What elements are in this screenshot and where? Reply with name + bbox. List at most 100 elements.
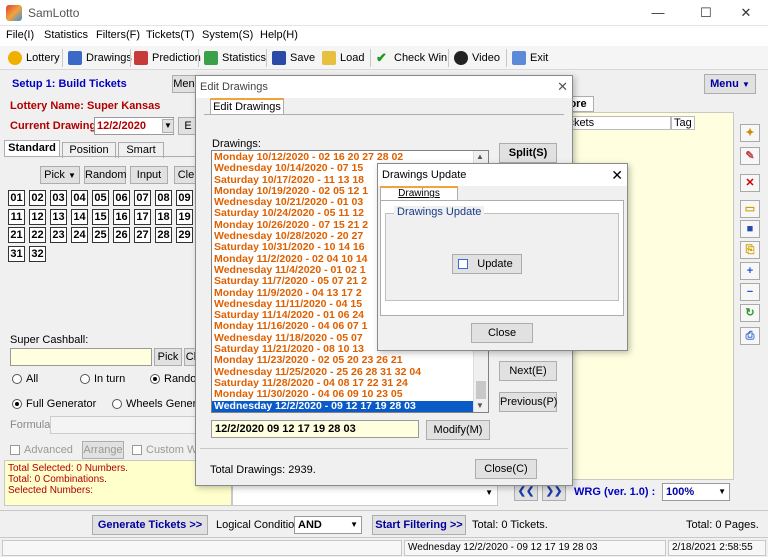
menu-statistics[interactable]: Statistics — [44, 29, 88, 41]
number-cell[interactable]: 09 — [176, 190, 193, 206]
toolbar-statistics-button[interactable]: Statistics — [204, 49, 266, 67]
random-button[interactable]: Random — [84, 166, 127, 184]
export-icon[interactable]: ⎘ — [740, 241, 760, 259]
menu-tickets[interactable]: Tickets(T) — [146, 29, 194, 41]
number-cell[interactable]: 02 — [29, 190, 46, 206]
number-cell[interactable]: 24 — [71, 227, 88, 243]
number-cell[interactable]: 19 — [176, 208, 193, 225]
app-logo-icon — [6, 5, 22, 21]
number-cell[interactable]: 23 — [50, 227, 67, 243]
generate-tickets-button[interactable]: Generate Tickets >> — [92, 515, 208, 535]
chevron-down-icon[interactable]: ▼ — [162, 119, 174, 133]
menu-filters[interactable]: Filters(F) — [96, 29, 140, 41]
close-icon[interactable]: ✕ — [611, 164, 623, 186]
number-cell[interactable]: 27 — [134, 227, 151, 243]
number-cell[interactable]: 17 — [134, 208, 151, 225]
lightbulb-icon[interactable]: ✦ — [740, 124, 760, 142]
number-cell[interactable]: 13 — [50, 208, 67, 225]
radio-in-turn[interactable] — [80, 374, 90, 384]
input-button[interactable]: Input — [130, 166, 168, 184]
number-cell[interactable]: 15 — [92, 208, 109, 225]
col-tag-header[interactable]: Tag — [671, 116, 695, 130]
number-cell[interactable]: 05 — [92, 190, 109, 206]
refresh-icon[interactable]: ↻ — [740, 304, 760, 322]
number-cell[interactable]: 01 — [8, 190, 25, 206]
close-window-button[interactable]: ✕ — [724, 0, 768, 26]
formula-select[interactable] — [50, 416, 198, 434]
tab-standard[interactable]: Standard — [4, 140, 60, 156]
previous-button[interactable]: Previous(P) — [499, 392, 557, 412]
drawing-list-item[interactable]: Monday 11/30/2020 - 04 06 09 10 23 05 — [212, 388, 474, 400]
drawing-list-item[interactable]: Monday 11/23/2020 - 02 05 20 23 26 21 — [212, 355, 474, 367]
number-cell[interactable]: 31 — [8, 245, 25, 262]
update-close-button[interactable]: Close — [471, 323, 533, 343]
number-cell[interactable]: 14 — [71, 208, 88, 225]
toolbar-load-button[interactable]: Load — [322, 49, 364, 67]
number-cell[interactable]: 11 — [8, 208, 25, 225]
scroll-down-icon[interactable]: ▼ — [476, 401, 484, 410]
radio-full-generator[interactable] — [12, 399, 22, 409]
save-icon[interactable]: ■ — [740, 220, 760, 238]
toolbar-video-button[interactable]: Video — [454, 49, 500, 67]
col-tickets-header[interactable]: ickets — [563, 116, 671, 130]
toolbar-drawings-button[interactable]: Drawings — [68, 49, 132, 67]
right-menu-button[interactable]: Menu ▼ — [704, 74, 756, 94]
advanced-checkbox[interactable] — [10, 445, 20, 455]
zoom-select[interactable]: 100% ▼ — [662, 483, 730, 501]
cashball-input[interactable] — [10, 348, 152, 366]
number-cell[interactable]: 21 — [8, 227, 25, 243]
number-cell[interactable]: 22 — [29, 227, 46, 243]
update-button[interactable]: Update — [452, 254, 522, 274]
radio-wheels-generator[interactable] — [112, 399, 122, 409]
minimize-button[interactable]: — — [636, 0, 680, 26]
scroll-up-icon[interactable]: ▲ — [476, 152, 484, 161]
number-cell[interactable]: 26 — [113, 227, 130, 243]
menu-system[interactable]: System(S) — [202, 29, 253, 41]
number-cell[interactable]: 28 — [155, 227, 172, 243]
close-icon[interactable]: ✕ — [557, 76, 568, 98]
number-cell[interactable]: 08 — [155, 190, 172, 206]
toolbar-checkwin-button[interactable]: ✔ Check Win — [376, 49, 447, 67]
number-cell[interactable]: 32 — [29, 245, 46, 262]
next-button[interactable]: Next(E) — [499, 361, 557, 381]
number-cell[interactable]: 29 — [176, 227, 193, 243]
pick-button[interactable]: Pick ▼ — [40, 166, 80, 184]
maximize-button[interactable]: ☐ — [684, 0, 728, 26]
scroll-thumb[interactable] — [476, 381, 486, 399]
split-button[interactable]: Split(S) — [499, 143, 557, 163]
number-cell[interactable]: 07 — [134, 190, 151, 206]
arrange-button[interactable]: Arrange — [82, 441, 124, 459]
toolbar-exit-button[interactable]: Exit — [512, 49, 548, 67]
toolbar-lottery-button[interactable]: Lottery — [8, 49, 60, 67]
chevron-down-icon[interactable]: ▼ — [485, 488, 493, 497]
number-cell[interactable]: 25 — [92, 227, 109, 243]
start-filtering-button[interactable]: Start Filtering >> — [372, 515, 466, 535]
number-cell[interactable]: 03 — [50, 190, 67, 206]
logical-condition-select[interactable]: AND ▼ — [294, 516, 362, 534]
drawing-list-item[interactable]: Wednesday 12/2/2020 - 09 12 17 19 28 03 — [212, 400, 474, 412]
cashball-pick-button[interactable]: Pick — [154, 348, 182, 366]
drawing-edit-input[interactable]: 12/2/2020 09 12 17 19 28 03 — [211, 420, 419, 438]
number-cell[interactable]: 04 — [71, 190, 88, 206]
custom-wheels-checkbox[interactable] — [132, 445, 142, 455]
remove-icon[interactable]: − — [740, 283, 760, 301]
tab-edit-drawings[interactable]: Edit Drawings — [210, 98, 284, 114]
menu-file[interactable]: File(I) — [6, 29, 34, 41]
add-icon[interactable]: + — [740, 262, 760, 280]
folder-icon[interactable]: ▭ — [740, 200, 760, 218]
edit-close-button[interactable]: Close(C) — [475, 459, 537, 479]
toolbar-save-button[interactable]: Save — [272, 49, 315, 67]
radio-random[interactable] — [150, 374, 160, 384]
radio-all[interactable] — [12, 374, 22, 384]
delete-icon[interactable]: ✕ — [740, 174, 760, 192]
number-cell[interactable]: 18 — [155, 208, 172, 225]
print-icon[interactable]: ⎙ — [740, 327, 760, 345]
number-cell[interactable]: 12 — [29, 208, 46, 225]
brush-icon[interactable]: ✎ — [740, 147, 760, 165]
tab-drawings-update[interactable]: Drawings Update — [380, 186, 458, 211]
number-cell[interactable]: 06 — [113, 190, 130, 206]
modify-button[interactable]: Modify(M) — [426, 420, 490, 440]
number-cell[interactable]: 16 — [113, 208, 130, 225]
menu-help[interactable]: Help(H) — [260, 29, 298, 41]
toolbar-prediction-button[interactable]: Prediction — [134, 49, 201, 67]
